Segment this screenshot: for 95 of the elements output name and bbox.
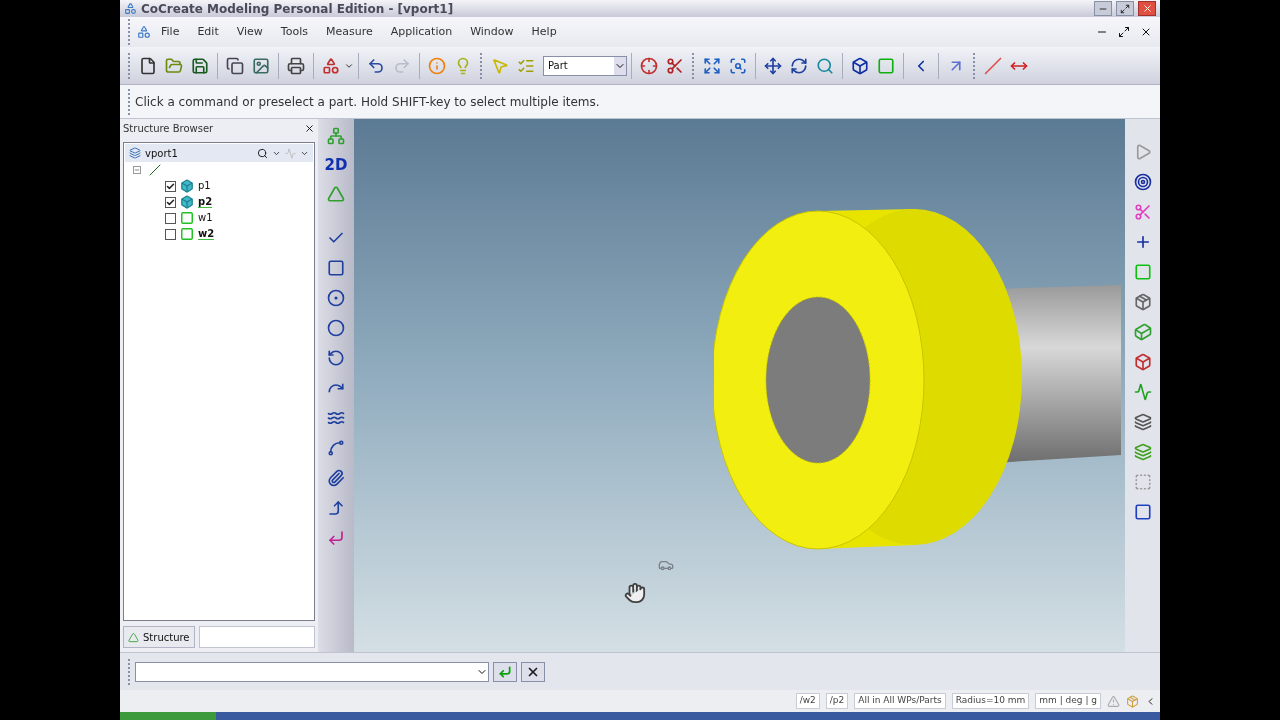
save-icon [191,56,209,75]
square-icon [1133,263,1152,281]
panel-title: Structure Browser [123,121,214,136]
warning-icon [1107,694,1120,708]
visibility-checkbox[interactable] [165,228,176,240]
status-field: mm | deg | g [1035,693,1101,709]
crosshair-icon [640,56,658,75]
enter-arrow-icon [498,664,512,679]
rotate-icon [790,56,808,75]
package-icon [1126,694,1139,708]
tree-item[interactable]: p1 [198,181,211,191]
close-button[interactable] [1138,1,1156,16]
network-icon [327,127,345,145]
redo-icon [393,56,411,75]
image-icon [252,56,270,75]
mode-2d-button[interactable]: 2D [323,153,349,177]
tree-item[interactable]: w1 [198,213,213,223]
visibility-checkbox[interactable] [165,196,176,208]
structure-tab[interactable]: Structure [123,626,195,648]
status-field: Radius=10 mm [951,693,1030,709]
close-icon[interactable] [304,122,315,134]
square-outline-icon [1133,503,1152,521]
search-icon[interactable] [257,147,268,159]
layers-icon [1133,413,1152,431]
close-icon [1141,3,1153,14]
selection-filter-dropdown[interactable]: Part [543,55,627,76]
menu-item[interactable]: View [228,23,271,41]
tree-item[interactable]: p2 [198,196,213,208]
shapes-icon [322,56,340,75]
caret-icon [614,56,626,75]
scissors-icon [1133,203,1152,221]
print-icon [287,56,305,75]
hand-cursor-icon [624,582,646,604]
line-icon [984,56,1002,75]
search-icon [816,56,834,75]
part-icon [180,195,194,209]
circle-icon [327,319,345,337]
fit-icon [703,56,721,75]
cuboid-icon [1133,323,1152,341]
triangle-icon [128,631,139,643]
prompt-text: Click a command or preselect a part. Hold SHIFT-key to select multiple items. [135,93,600,111]
close-icon[interactable] [1140,26,1152,38]
window-title: CoCreate Modeling Personal Edition - [vport1] [141,0,455,18]
slash-icon [149,164,161,176]
maximize-icon [1120,3,1130,14]
scissors-icon [666,56,684,75]
square-icon [327,259,345,277]
menu-item[interactable]: Edit [189,23,227,41]
maximize-button[interactable] [1116,1,1134,16]
zigzag-icon [1133,383,1152,401]
part-icon [180,179,194,193]
package-icon [1133,293,1152,311]
workplane-icon [180,211,194,225]
app-icon [124,2,137,15]
box-icon [1133,353,1152,371]
copy-icon [226,56,244,75]
menu-item[interactable]: Tools [272,23,316,41]
circle-dot-icon [327,289,345,307]
undo-icon [367,56,385,75]
square-dashed-icon [1133,473,1152,491]
triangle-icon [327,185,345,203]
corner-icon [327,499,345,517]
target-icon [1133,173,1152,191]
command-input[interactable] [135,661,489,682]
start-button[interactable] [120,712,216,720]
paperclip-icon [327,469,345,487]
menu-item[interactable]: File [153,23,188,41]
status-field: All in All WPs/Parts [854,693,946,709]
visibility-checkbox[interactable] [165,180,176,192]
menu-item[interactable]: Help [523,23,565,41]
move-icon [764,56,782,75]
arc-icon [327,349,345,367]
cube-icon [851,56,869,75]
menu-item[interactable]: Application [382,23,461,41]
corner-arrow-icon [327,529,345,547]
menu-item[interactable]: Window [462,23,522,41]
spline-icon [327,439,345,457]
square-icon [877,56,895,75]
info-icon [428,56,446,75]
menu-item[interactable]: Measure [317,23,381,41]
wave-icon [327,409,345,427]
workplane-icon [180,227,194,241]
expand-toggle[interactable] [133,166,141,174]
cancel-button[interactable] [521,661,545,682]
zoom-area-icon [729,56,747,75]
open-folder-icon [165,56,183,75]
app-menu-icon[interactable] [137,25,151,39]
new-file-icon [139,56,157,75]
restore-icon[interactable] [1118,26,1130,38]
stacked-layers-icon [1133,443,1152,461]
status-field: /w2 [795,693,820,709]
tree-item[interactable]: w2 [198,228,215,240]
visibility-checkbox[interactable] [165,212,176,224]
pointer-icon [491,56,509,75]
status-field: /p2 [825,693,849,709]
